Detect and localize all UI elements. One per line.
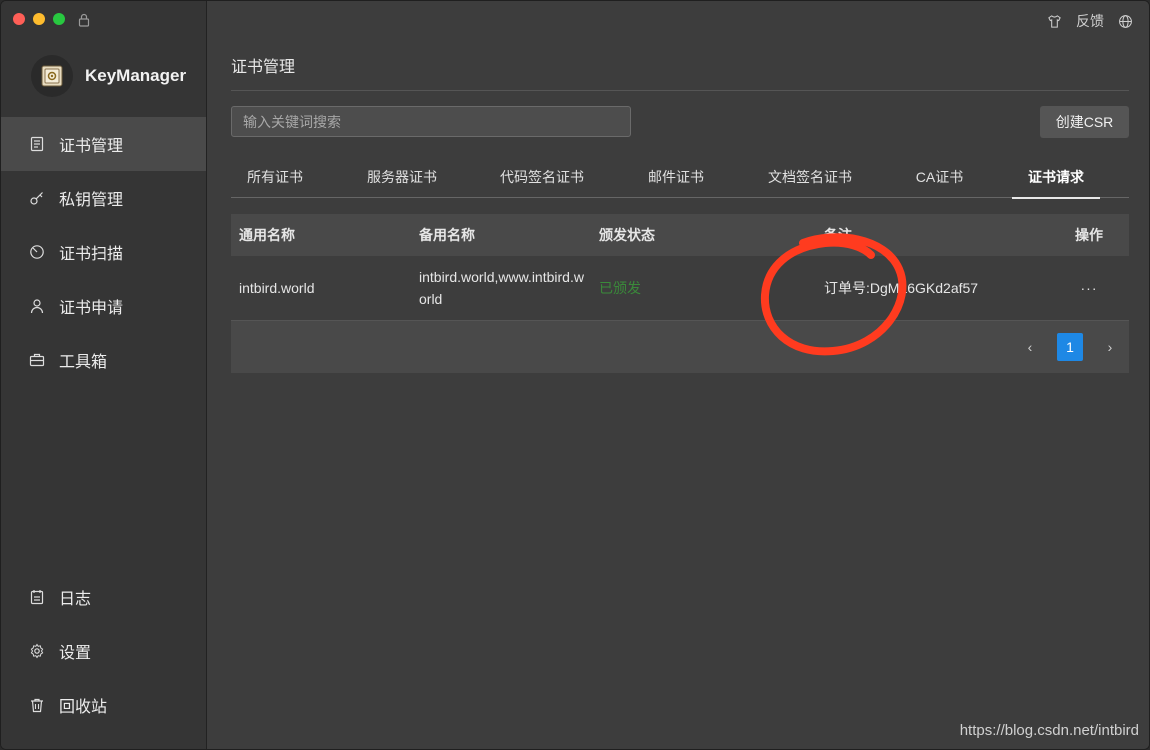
certificate-icon	[30, 136, 44, 152]
sidebar-item-label: 证书申请	[59, 300, 124, 317]
feedback-link[interactable]: 反馈	[1076, 11, 1104, 31]
header-common-name[interactable]: 通用名称	[231, 225, 411, 245]
topbar: 反馈	[1047, 11, 1133, 31]
create-csr-button[interactable]: 创建CSR	[1040, 106, 1129, 138]
sidebar-item-cert-management[interactable]: 证书管理	[1, 117, 206, 171]
pagination: ‹ 1 ›	[231, 321, 1129, 373]
cell-status: 已颁发	[599, 280, 641, 296]
globe-icon[interactable]	[1118, 14, 1133, 29]
watermark: https://blog.csdn.net/intbird	[959, 722, 1139, 739]
key-icon	[30, 192, 43, 205]
gear-icon	[30, 643, 44, 659]
close-window-button[interactable]	[13, 13, 25, 25]
tab-server-certs[interactable]: 服务器证书	[319, 156, 485, 198]
cell-common-name: intbird.world	[239, 280, 315, 296]
sidebar: KeyManager 证书管理 私钥管理 证书扫描 证书申请 工具箱 日志 设置…	[1, 1, 207, 749]
brand: KeyManager	[31, 55, 186, 97]
maximize-window-button[interactable]	[53, 13, 65, 25]
tab-all-certs[interactable]: 所有证书	[231, 156, 319, 198]
header-status[interactable]: 颁发状态	[591, 225, 816, 245]
toolbox-icon	[29, 353, 45, 367]
log-icon	[30, 590, 44, 605]
sidebar-bottom-nav: 日志 设置 回收站	[1, 570, 206, 732]
table-row[interactable]: intbird.world intbird.world,www.intbird.…	[231, 256, 1129, 321]
window-controls	[13, 13, 65, 25]
tab-bar: 所有证书 服务器证书 代码签名证书 邮件证书 文档签名证书 CA证书 证书请求	[231, 156, 1129, 199]
scan-icon	[30, 245, 44, 259]
cell-note: 订单号:DgML6GKd2af57	[824, 280, 979, 296]
divider	[231, 90, 1129, 91]
tab-cert-requests[interactable]: 证书请求	[1012, 156, 1100, 199]
table-header: 通用名称 备用名称 颁发状态 备注 操作	[231, 214, 1129, 256]
tab-email-certs[interactable]: 邮件证书	[599, 156, 753, 198]
sidebar-item-label: 证书管理	[59, 138, 124, 155]
header-alt-name[interactable]: 备用名称	[411, 224, 591, 246]
main-content: 反馈 证书管理 创建CSR 所有证书 服务器证书 代码签名证书 邮件证书 文档签…	[207, 1, 1149, 749]
sidebar-item-settings[interactable]: 设置	[1, 624, 206, 678]
sidebar-item-label: 设置	[59, 645, 92, 662]
skin-icon[interactable]	[1047, 14, 1062, 29]
sidebar-item-label: 回收站	[59, 699, 108, 716]
sidebar-item-key-management[interactable]: 私钥管理	[1, 171, 206, 225]
search-input[interactable]	[231, 106, 631, 137]
lock-icon[interactable]	[77, 13, 91, 27]
sidebar-item-label: 私钥管理	[59, 192, 124, 209]
trash-icon	[31, 698, 43, 713]
sidebar-item-label: 证书扫描	[59, 246, 124, 263]
header-actions: 操作	[1075, 227, 1103, 243]
app-logo-icon	[31, 55, 73, 97]
tab-ca-certs[interactable]: CA证书	[867, 156, 1012, 198]
sidebar-item-cert-scan[interactable]: 证书扫描	[1, 225, 206, 279]
user-icon	[30, 299, 44, 314]
next-page-button[interactable]: ›	[1101, 338, 1119, 356]
cell-alt-names: intbird.world,www.intbird.world	[419, 269, 584, 307]
sidebar-item-label: 日志	[59, 591, 92, 608]
sidebar-item-cert-request[interactable]: 证书申请	[1, 279, 206, 333]
sidebar-item-label: 工具箱	[59, 354, 108, 371]
prev-page-button[interactable]: ‹	[1021, 338, 1039, 356]
sidebar-item-trash[interactable]: 回收站	[1, 678, 206, 732]
sidebar-nav: 证书管理 私钥管理 证书扫描 证书申请 工具箱	[1, 117, 206, 387]
more-actions-button[interactable]: ···	[1049, 280, 1129, 296]
app-name: KeyManager	[85, 66, 187, 85]
minimize-window-button[interactable]	[33, 13, 45, 25]
tab-code-signing-certs[interactable]: 代码签名证书	[485, 156, 599, 198]
cert-table: 通用名称 备用名称 颁发状态 备注 操作 intbird.world intbi…	[231, 214, 1129, 373]
sidebar-item-toolbox[interactable]: 工具箱	[1, 333, 206, 387]
app-window: KeyManager 证书管理 私钥管理 证书扫描 证书申请 工具箱 日志 设置…	[0, 0, 1150, 750]
header-note[interactable]: 备注	[816, 225, 1049, 245]
page-title: 证书管理	[231, 59, 296, 76]
page-number-button[interactable]: 1	[1057, 333, 1083, 361]
sidebar-item-log[interactable]: 日志	[1, 570, 206, 624]
tab-doc-signing-certs[interactable]: 文档签名证书	[753, 156, 867, 198]
